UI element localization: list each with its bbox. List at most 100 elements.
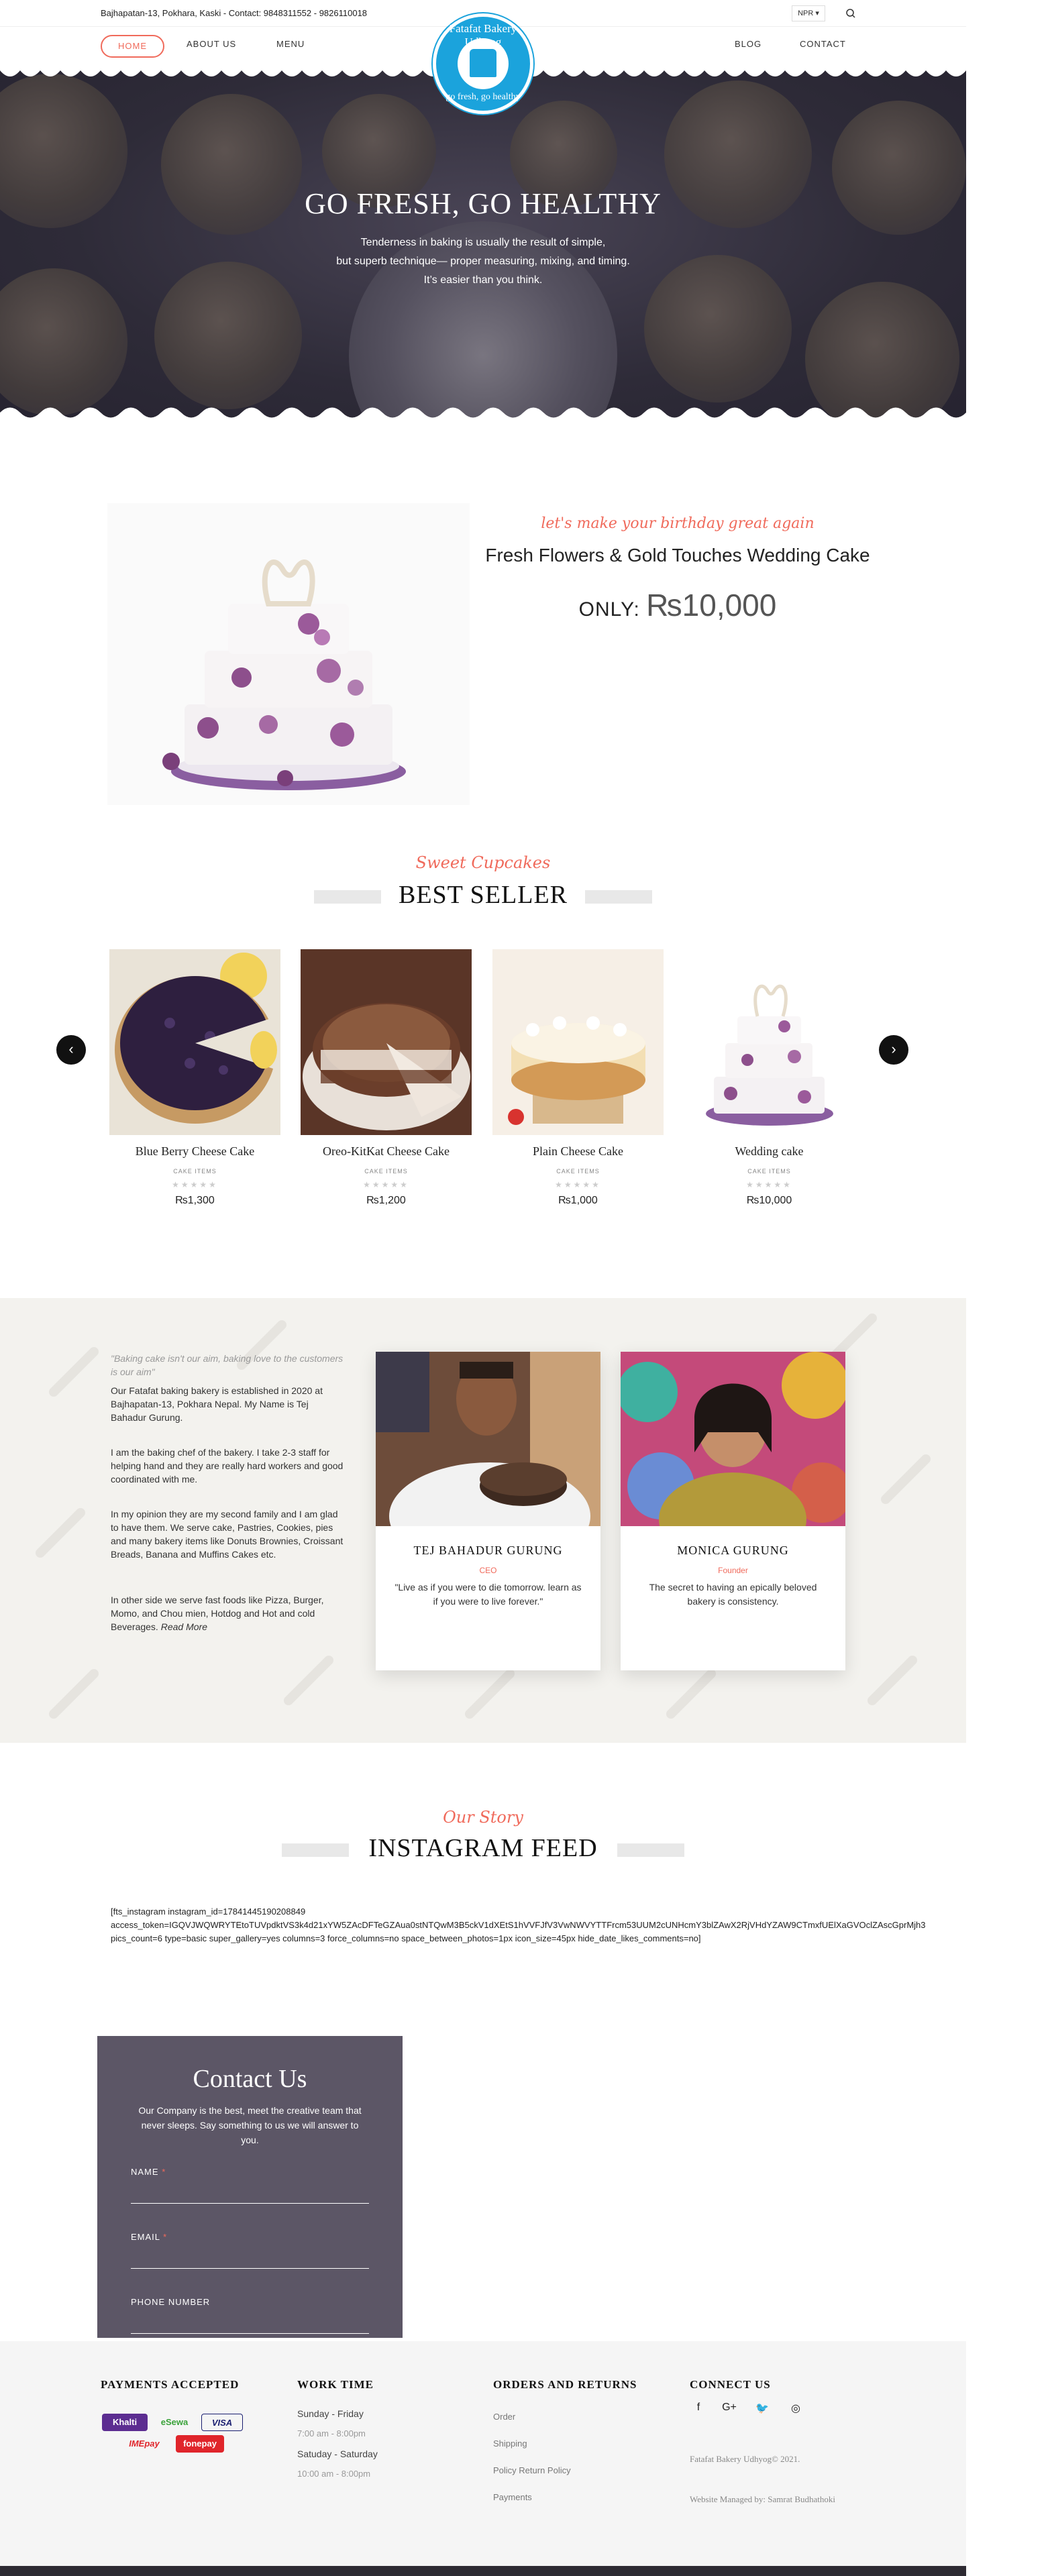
team-name: MONICA GURUNG — [677, 1544, 789, 1557]
product-price: ₨1,300 — [175, 1195, 215, 1206]
about-paragraph: In other side we serve fast foods like P… — [111, 1593, 346, 1633]
product-price: ₨1,000 — [558, 1195, 598, 1206]
work-days: Satuday - Saturday — [297, 2449, 378, 2459]
nav-menu[interactable]: MENU — [276, 39, 305, 49]
email-field[interactable]: EMAIL * — [131, 2232, 369, 2269]
google-plus-icon[interactable]: G+ — [722, 2402, 737, 2416]
product-name[interactable]: Oreo-KitKat Cheese Cake — [301, 1144, 472, 1159]
phone-label: PHONE NUMBER — [131, 2297, 211, 2307]
work-time-title: WORK TIME — [297, 2378, 374, 2391]
contact-description: Our Company is the best, meet the creati… — [138, 2105, 362, 2145]
about-paragraph: I am the baking chef of the bakery. I ta… — [111, 1447, 344, 1485]
twitter-icon[interactable]: 🐦 — [755, 2402, 770, 2416]
product-image[interactable] — [109, 949, 280, 1135]
visa-logo: VISA — [201, 2414, 243, 2431]
email-input[interactable] — [131, 2245, 369, 2265]
shortcode-line: access_token=IGQVJWQWRYTEtoTUVpdktVS3k4d… — [111, 1920, 926, 1930]
phone-input[interactable] — [131, 2310, 369, 2330]
team-quote: "Live as if you were to die tomorrow. le… — [395, 1582, 582, 1607]
product-category[interactable]: CAKE ITEMS — [492, 1168, 664, 1175]
footer-link-return-policy[interactable]: Policy Return Policy — [493, 2465, 571, 2475]
carousel-prev-button[interactable]: ‹ — [56, 1035, 86, 1065]
instagram-shortcode: [fts_instagram instagram_id=178414451902… — [111, 1905, 1050, 1945]
nav-blog[interactable]: BLOG — [735, 39, 762, 49]
bestseller-tag: Sweet Cupcakes — [415, 853, 551, 872]
about-paragraph: Our Fatafat baking bakery is established… — [111, 1385, 323, 1423]
email-label: EMAIL * — [131, 2232, 168, 2242]
bestseller-title: BEST SELLER — [398, 881, 568, 909]
product-name[interactable]: Blue Berry Cheese Cake — [109, 1144, 280, 1159]
product-image[interactable] — [492, 949, 664, 1135]
product-category[interactable]: CAKE ITEMS — [109, 1168, 280, 1175]
price-label: ONLY: — [578, 598, 647, 621]
footer-link-order[interactable]: Order — [493, 2412, 515, 2422]
product-image[interactable] — [684, 949, 855, 1135]
connect-title: CONNECT US — [690, 2378, 771, 2391]
footer-link-payments[interactable]: Payments — [493, 2492, 532, 2502]
hero-line: It’s easier than you think. — [423, 274, 543, 286]
product-category[interactable]: CAKE ITEMS — [301, 1168, 472, 1175]
feature-price: ONLY: ₨10,000 — [483, 587, 872, 623]
product-rating: ★★★★★ — [172, 1180, 218, 1189]
name-input[interactable] — [131, 2180, 369, 2200]
product-image[interactable] — [301, 949, 472, 1135]
orders-title: ORDERS AND RETURNS — [493, 2378, 637, 2391]
product-rating: ★★★★★ — [555, 1180, 601, 1189]
contact-form: Contact Us Our Company is the best, meet… — [97, 2036, 403, 2338]
work-days: Sunday - Friday — [297, 2408, 364, 2419]
team-photo — [376, 1352, 600, 1526]
team-role: Founder — [718, 1566, 748, 1575]
hero-banner: GO FRESH, GO HEALTHY Tenderness in bakin… — [0, 60, 966, 423]
shortcode-line: pics_count=6 type=basic super_gallery=ye… — [111, 1933, 701, 1943]
payments-title: PAYMENTS ACCEPTED — [101, 2378, 240, 2391]
product-name[interactable]: Plain Cheese Cake — [492, 1144, 664, 1159]
fonepay-logo: fonepay — [176, 2435, 224, 2453]
team-quote: The secret to having an epically beloved… — [649, 1582, 817, 1607]
about-paragraph-text: In other side we serve fast foods like P… — [111, 1595, 324, 1632]
product-category[interactable]: CAKE ITEMS — [684, 1168, 855, 1175]
muffin-image — [0, 268, 127, 416]
phone-field[interactable]: PHONE NUMBER — [131, 2297, 369, 2334]
feature-tagline: let's make your birthday great again — [541, 515, 815, 532]
product-card[interactable]: Plain Cheese Cake CAKE ITEMS ★★★★★ ₨1,00… — [492, 949, 664, 1207]
product-rating: ★★★★★ — [363, 1180, 409, 1189]
hero-line: Tenderness in baking is usually the resu… — [360, 237, 606, 248]
product-card[interactable]: Oreo-KitKat Cheese Cake CAKE ITEMS ★★★★★… — [301, 949, 472, 1207]
team-name: TEJ BAHADUR GURUNG — [413, 1544, 563, 1557]
nav-about[interactable]: ABOUT US — [187, 39, 236, 49]
footer: PAYMENTS ACCEPTED Khalti eSewa VISA IMEp… — [0, 2341, 966, 2566]
search-icon[interactable] — [842, 5, 859, 21]
product-card[interactable]: Blue Berry Cheese Cake CAKE ITEMS ★★★★★ … — [109, 949, 280, 1207]
product-price: ₨10,000 — [746, 1195, 792, 1206]
carousel-next-button[interactable]: › — [879, 1035, 908, 1065]
product-name[interactable]: Wedding cake — [684, 1144, 855, 1159]
name-field[interactable]: NAME * — [131, 2167, 369, 2204]
about-quote: "Baking cake isn't our aim, baking love … — [111, 1353, 344, 1377]
site: Bajhapatan-13, Pokhara, Kaski - Contact:… — [0, 0, 966, 2576]
muffin-image — [805, 282, 959, 423]
price-value: ₨10,000 — [646, 588, 777, 623]
product-rating: ★★★★★ — [746, 1180, 792, 1189]
contact-info: Bajhapatan-13, Pokhara, Kaski - Contact:… — [101, 8, 368, 18]
hero-line: but superb technique— proper measuring, … — [336, 256, 630, 267]
product-card[interactable]: Wedding cake CAKE ITEMS ★★★★★ ₨10,000 — [684, 949, 855, 1207]
read-more-link[interactable]: Read More — [161, 1621, 207, 1632]
esewa-logo: eSewa — [160, 2417, 189, 2427]
currency-select[interactable]: NPR ▾ — [792, 5, 825, 21]
site-logo[interactable]: Fatafat Bakery Udhyog go fresh, go healt… — [433, 13, 533, 114]
nav-contact[interactable]: CONTACT — [800, 39, 846, 49]
facebook-icon[interactable]: f — [691, 2402, 706, 2416]
product-price: ₨1,200 — [366, 1195, 406, 1206]
copyright: Fatafat Bakery Udhyog© 2021. — [690, 2454, 800, 2464]
title-bar-right — [585, 890, 652, 904]
nav-home[interactable]: HOME — [101, 35, 164, 58]
bottom-bar — [0, 2566, 966, 2576]
khalti-logo: Khalti — [102, 2414, 148, 2431]
footer-link-shipping[interactable]: Shipping — [493, 2438, 527, 2449]
feature-title: Fresh Flowers & Gold Touches Wedding Cak… — [485, 545, 870, 566]
instagram-icon[interactable]: ◎ — [788, 2402, 803, 2416]
work-hours: 7:00 am - 8:00pm — [297, 2428, 366, 2438]
team-role: CEO — [479, 1566, 497, 1575]
about-section: "Baking cake isn't our aim, baking love … — [0, 1298, 966, 1743]
hero-title: GO FRESH, GO HEALTHY — [305, 187, 662, 220]
